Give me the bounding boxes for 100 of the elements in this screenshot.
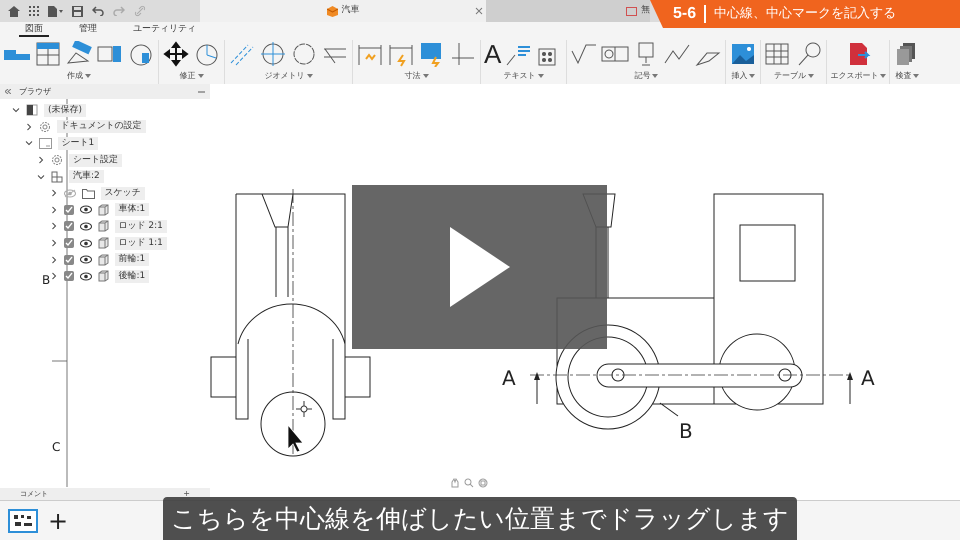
document-tab[interactable]: 無 [486,0,650,22]
add-comment-button[interactable]: + [183,490,190,498]
tree-item-label[interactable]: シート設定 [69,154,122,167]
file-icon[interactable] [48,6,63,16]
ribbon-tab[interactable]: 図面 [19,23,49,37]
grid-icon[interactable] [29,6,39,16]
minimize-icon[interactable] [198,90,205,92]
group-label[interactable]: 検査 [895,70,912,82]
tree-item-label[interactable]: ロッド 2:1 [114,220,167,233]
sheet-preview-icon [12,512,34,528]
folder-icon [82,188,94,199]
caret-icon [808,74,814,78]
undo-icon[interactable] [92,6,104,16]
caret-icon [198,74,204,78]
axes-icon[interactable] [449,41,477,67]
group-label[interactable]: 作成 [67,70,83,82]
caret-icon [85,74,91,78]
table-icon[interactable] [34,41,62,67]
cube-icon [326,6,338,16]
checkbox[interactable] [64,204,74,215]
eye-icon[interactable] [80,255,92,264]
tree-item-label[interactable]: 車体:1 [114,203,150,216]
eye-icon[interactable] [80,205,92,214]
group-label[interactable]: テーブル [774,70,806,82]
caret-icon [422,74,428,78]
home-icon[interactable] [8,6,20,16]
pointer-cursor-icon [288,424,304,452]
tree-item-label[interactable]: スケッチ [100,186,144,200]
group-label[interactable]: エクスポート [830,70,878,82]
move-cursor-icon [296,400,312,418]
group-label[interactable]: 修正 [180,70,196,82]
chevron-icon[interactable] [37,156,45,164]
checkbox[interactable] [64,221,74,232]
center-mark-icon[interactable] [259,41,287,67]
move-icon[interactable] [162,41,190,67]
tree-item-label[interactable]: シート1 [58,136,98,150]
caret-icon [913,74,920,78]
zoom-icon[interactable] [464,478,474,488]
subtitle: こちらを中心線を伸ばしたい位置までドラッグします [163,497,797,540]
chapter-title: 中心線、中心マークを記入する [714,5,896,24]
tree-item-label[interactable]: (未保存) [44,104,86,117]
collapse-icon[interactable] [5,89,11,94]
detail-label: B [679,419,693,443]
group-label[interactable]: 寸法 [404,70,420,82]
checkbox[interactable] [64,271,74,282]
text-tool-icon[interactable]: A [484,41,502,67]
group-label[interactable]: 記号 [634,70,650,82]
save-icon[interactable] [72,6,83,16]
chevron-icon[interactable] [24,139,32,148]
eye-icon[interactable] [80,272,92,281]
redo-icon [113,6,125,16]
checkbox[interactable] [64,254,74,265]
eye-icon[interactable] [80,222,92,231]
section-label: A [861,366,875,390]
chevron-icon[interactable] [50,272,58,280]
zone-label: B [42,273,50,287]
tree-item-label[interactable]: ドキュメントの設定 [56,120,146,134]
caret-icon [749,74,756,78]
body-icon [98,254,108,266]
chevron-icon[interactable] [24,122,32,131]
play-button[interactable] [352,185,607,349]
tree-item-label[interactable]: 後輪:1 [114,270,150,283]
zone-tick [52,360,68,362]
section-arrow [534,372,540,404]
close-icon[interactable] [475,7,483,15]
checkbox[interactable] [64,238,74,248]
eye-off-icon[interactable] [64,188,76,198]
tree-item-label[interactable]: 前輪:1 [114,253,150,266]
body-icon [98,270,108,282]
sheet-thumbnail[interactable] [8,508,38,532]
group-label[interactable]: テキスト [504,70,536,82]
chapter-number: 5-6 [673,4,696,24]
body-icon [98,204,108,216]
group-label[interactable]: 挿入 [731,70,748,82]
add-sheet-button[interactable]: + [48,508,68,532]
chevron-icon[interactable] [12,106,20,114]
tab-label: 無 [641,4,650,18]
group-label[interactable]: ジオメトリ [264,70,304,82]
sheet-icon [38,138,52,149]
body-icon [98,220,108,232]
eye-icon[interactable] [80,238,92,248]
fit-icon[interactable] [478,478,488,488]
caret-icon [880,74,886,78]
chevron-icon[interactable] [50,206,58,214]
caret-icon [652,74,658,78]
chevron-icon[interactable] [50,222,58,230]
chevron-icon[interactable] [50,189,58,198]
document-tab[interactable]: 汽車 [200,0,486,22]
zone-label: C [52,440,60,454]
component-icon [51,170,63,183]
tree-item-label[interactable]: 汽車:2 [69,170,104,184]
leader-line [660,402,678,416]
section-label: A [502,366,516,390]
ribbon-tab[interactable]: 管理 [73,23,103,37]
ribbon-tab[interactable]: ユーティリティ [127,23,202,37]
chevron-icon[interactable] [50,256,58,264]
chevron-icon[interactable] [37,172,45,181]
tree-item-label[interactable]: ロッド 1:1 [114,236,167,250]
chevron-icon[interactable] [50,239,58,248]
browser-title: ブラウザ [19,86,51,98]
